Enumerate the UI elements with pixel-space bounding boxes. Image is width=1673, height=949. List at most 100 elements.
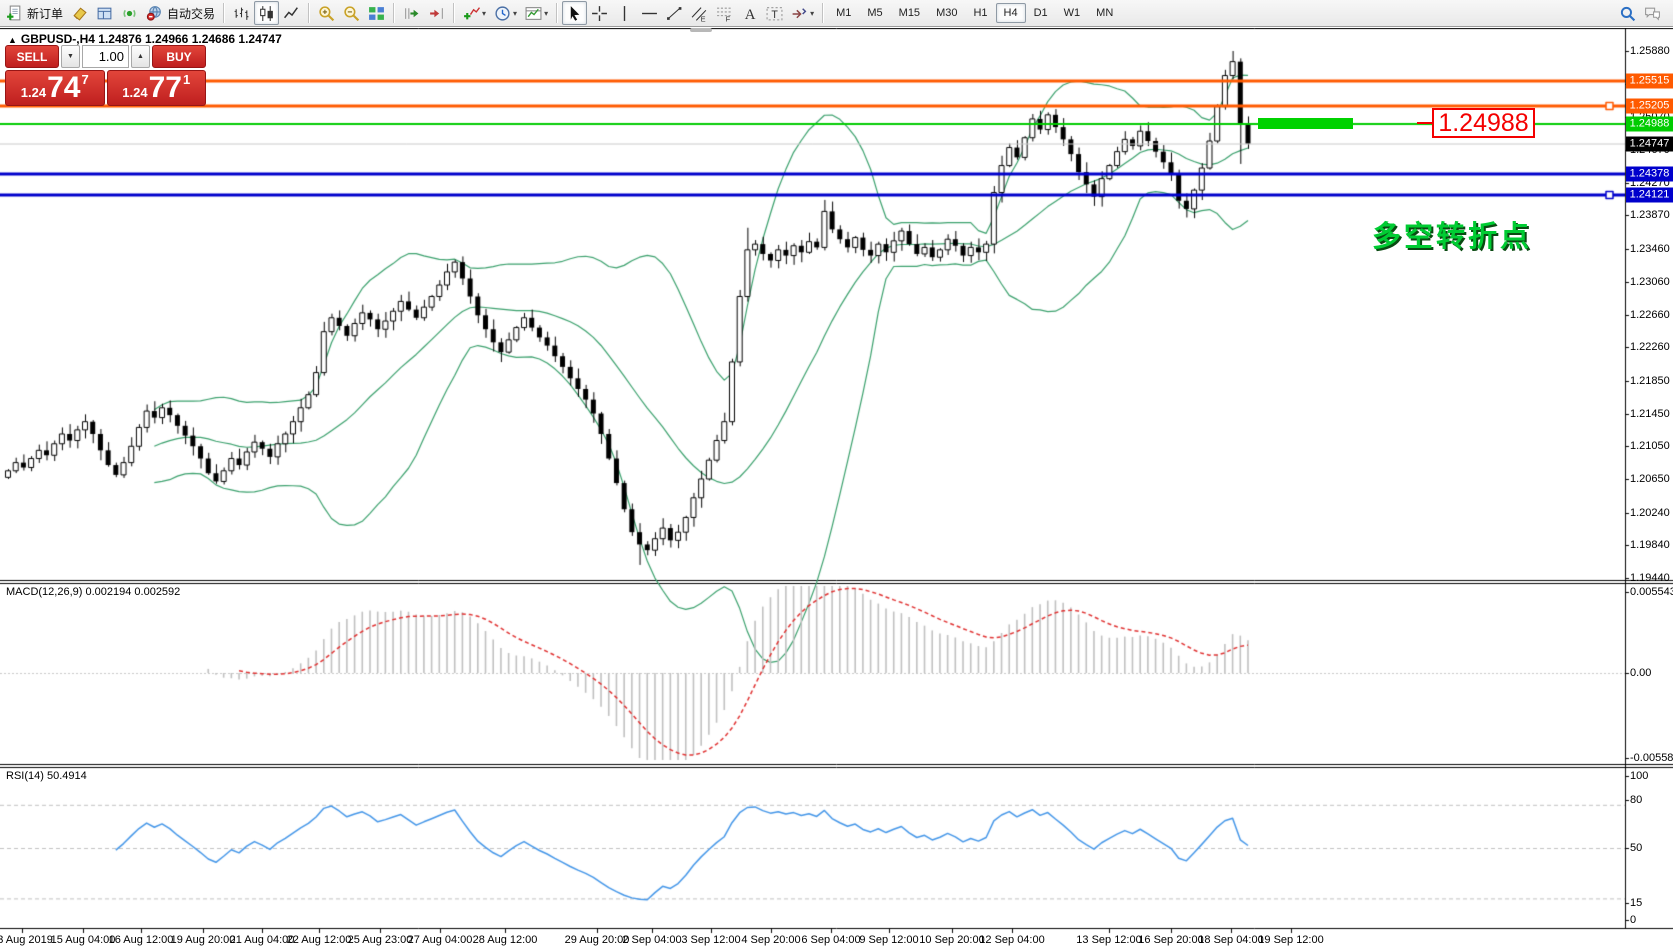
search-button[interactable] (1615, 1, 1640, 25)
vertical-line-button[interactable] (612, 1, 637, 25)
price-badge: 1.24747 (1626, 136, 1673, 151)
hline-icon (641, 5, 658, 22)
toolbar-separator (556, 3, 558, 23)
toolbar-group (399, 0, 449, 26)
cursor-button[interactable] (562, 1, 587, 25)
time-axis-label: 27 Aug 04:00 (408, 934, 473, 946)
zoom-in-button[interactable] (314, 1, 339, 25)
toolbar-separator (223, 3, 225, 23)
text-label-button[interactable]: T (762, 1, 787, 25)
crosshair-button[interactable] (587, 1, 612, 25)
window-splitter-grip[interactable] (690, 28, 712, 32)
chevron-down-icon: ▾ (810, 9, 814, 18)
fibonacci-button[interactable]: F (712, 1, 737, 25)
vline-icon (616, 5, 633, 22)
timeframe-h4[interactable]: H4 (996, 3, 1026, 23)
volume-input[interactable]: 1.00 (82, 45, 129, 68)
timeframe-m1[interactable]: M1 (828, 3, 859, 23)
toolbar: 新订单自动交易▾▾▾EFAT▾M1M5M15M30H1H4D1W1MN (0, 0, 1673, 27)
rsi-label: RSI(14) 50.4914 (6, 770, 87, 782)
candlestick-chart-button[interactable] (254, 1, 279, 25)
price-tick-label: 1.21050 (1630, 440, 1670, 452)
label-icon: T (766, 5, 783, 22)
price-callout-label[interactable]: 1.24988 (1432, 108, 1535, 138)
time-axis-label: 15 Aug 04:00 (51, 934, 116, 946)
price-badge: 1.25205 (1626, 99, 1673, 114)
time-axis-label: 21 Aug 04:00 (230, 934, 295, 946)
equidistant-channel-button[interactable]: E (687, 1, 712, 25)
sell-button[interactable]: SELL (5, 45, 59, 68)
timeframe-h1[interactable]: H1 (965, 3, 995, 23)
sell-price-sup: 7 (81, 72, 88, 87)
price-badge: 1.24988 (1626, 116, 1673, 131)
tile-windows-button[interactable] (364, 1, 389, 25)
price-badge: 1.24121 (1626, 187, 1673, 202)
indicators-button[interactable]: ▾ (459, 1, 490, 25)
timeframe-m30[interactable]: M30 (928, 3, 965, 23)
mt4-window: 新订单自动交易▾▾▾EFAT▾M1M5M15M30H1H4D1W1MN ▲GBP… (0, 0, 1673, 949)
time-axis-label: 16 Aug 12:00 (109, 934, 174, 946)
svg-text:E: E (701, 14, 706, 22)
templates-button[interactable]: ▾ (521, 1, 552, 25)
time-axis-label: 19 Aug 20:00 (171, 934, 236, 946)
time-axis-label: 3 Sep 12:00 (681, 934, 740, 946)
auto-scroll-button[interactable] (399, 1, 424, 25)
price-tick-label: 1.22660 (1630, 309, 1670, 321)
data-window-button[interactable] (92, 1, 117, 25)
trendline-button[interactable] (662, 1, 687, 25)
price-tick-label: 1.19440 (1630, 572, 1670, 584)
objects-button[interactable] (67, 1, 92, 25)
time-axis-label: 13 Aug 2019 (0, 934, 53, 946)
time-axis-label: 22 Aug 12:00 (287, 934, 352, 946)
time-axis-label: 29 Aug 20:00 (565, 934, 630, 946)
zoom-out-icon (343, 5, 360, 22)
timeframe-m15[interactable]: M15 (891, 3, 928, 23)
template-icon (525, 5, 542, 22)
macd-tick-label: 0.00 (1630, 667, 1651, 679)
toolbar-separator (308, 3, 310, 23)
rsi-tick-label: 15 (1630, 897, 1642, 909)
buy-button[interactable]: BUY (152, 45, 206, 68)
horizontal-line-button[interactable] (637, 1, 662, 25)
time-axis-label: 25 Aug 23:00 (348, 934, 413, 946)
timeframe-d1[interactable]: D1 (1026, 3, 1056, 23)
volume-decrease-button[interactable]: ▼ (61, 45, 80, 68)
periods-button[interactable]: ▾ (490, 1, 521, 25)
one-click-trading-panel: SELL ▼ 1.00 ▲ BUY 1.24 74 7 1.24 77 1 (5, 45, 206, 106)
zoom-in-icon (318, 5, 335, 22)
bar-chart-button[interactable] (229, 1, 254, 25)
signals-button[interactable] (117, 1, 142, 25)
sell-price-big: 74 (47, 73, 80, 103)
toolbar-group (229, 0, 304, 26)
text-button[interactable]: A (737, 1, 762, 25)
arrows-button[interactable]: ▾ (787, 1, 818, 25)
toolbar-separator (822, 3, 824, 23)
timeframe-w1[interactable]: W1 (1056, 3, 1089, 23)
line-chart-button[interactable] (279, 1, 304, 25)
line-chart-icon (283, 5, 300, 22)
new-order-button[interactable]: 新订单 (2, 1, 67, 25)
green-highlight-bar[interactable] (1258, 118, 1353, 129)
collapse-arrow-icon[interactable]: ▲ (8, 35, 17, 45)
sell-price-box[interactable]: 1.24 74 7 (5, 70, 105, 106)
annotation-text[interactable]: 多空转折点 (1372, 213, 1532, 255)
toolbar-right (1615, 1, 1673, 25)
chart-shift-button[interactable] (424, 1, 449, 25)
chart-canvas[interactable] (0, 28, 1673, 949)
autotrade-icon (146, 5, 163, 22)
volume-increase-button[interactable]: ▲ (131, 45, 150, 68)
trendline-icon (666, 5, 683, 22)
buy-price-box[interactable]: 1.24 77 1 (107, 70, 207, 106)
time-axis-label: 18 Sep 04:00 (1198, 934, 1263, 946)
community-chat-button[interactable] (1640, 1, 1665, 25)
timeframe-m5[interactable]: M5 (859, 3, 890, 23)
time-axis-label: 13 Sep 12:00 (1076, 934, 1141, 946)
timeframe-mn[interactable]: MN (1088, 3, 1121, 23)
price-tick-label: 1.25880 (1630, 45, 1670, 57)
window-icon (96, 5, 113, 22)
price-tick-label: 1.23460 (1630, 243, 1670, 255)
time-axis-label: 10 Sep 20:00 (919, 934, 984, 946)
auto-trading-button[interactable]: 自动交易 (142, 1, 219, 25)
bars-icon (233, 5, 250, 22)
zoom-out-button[interactable] (339, 1, 364, 25)
